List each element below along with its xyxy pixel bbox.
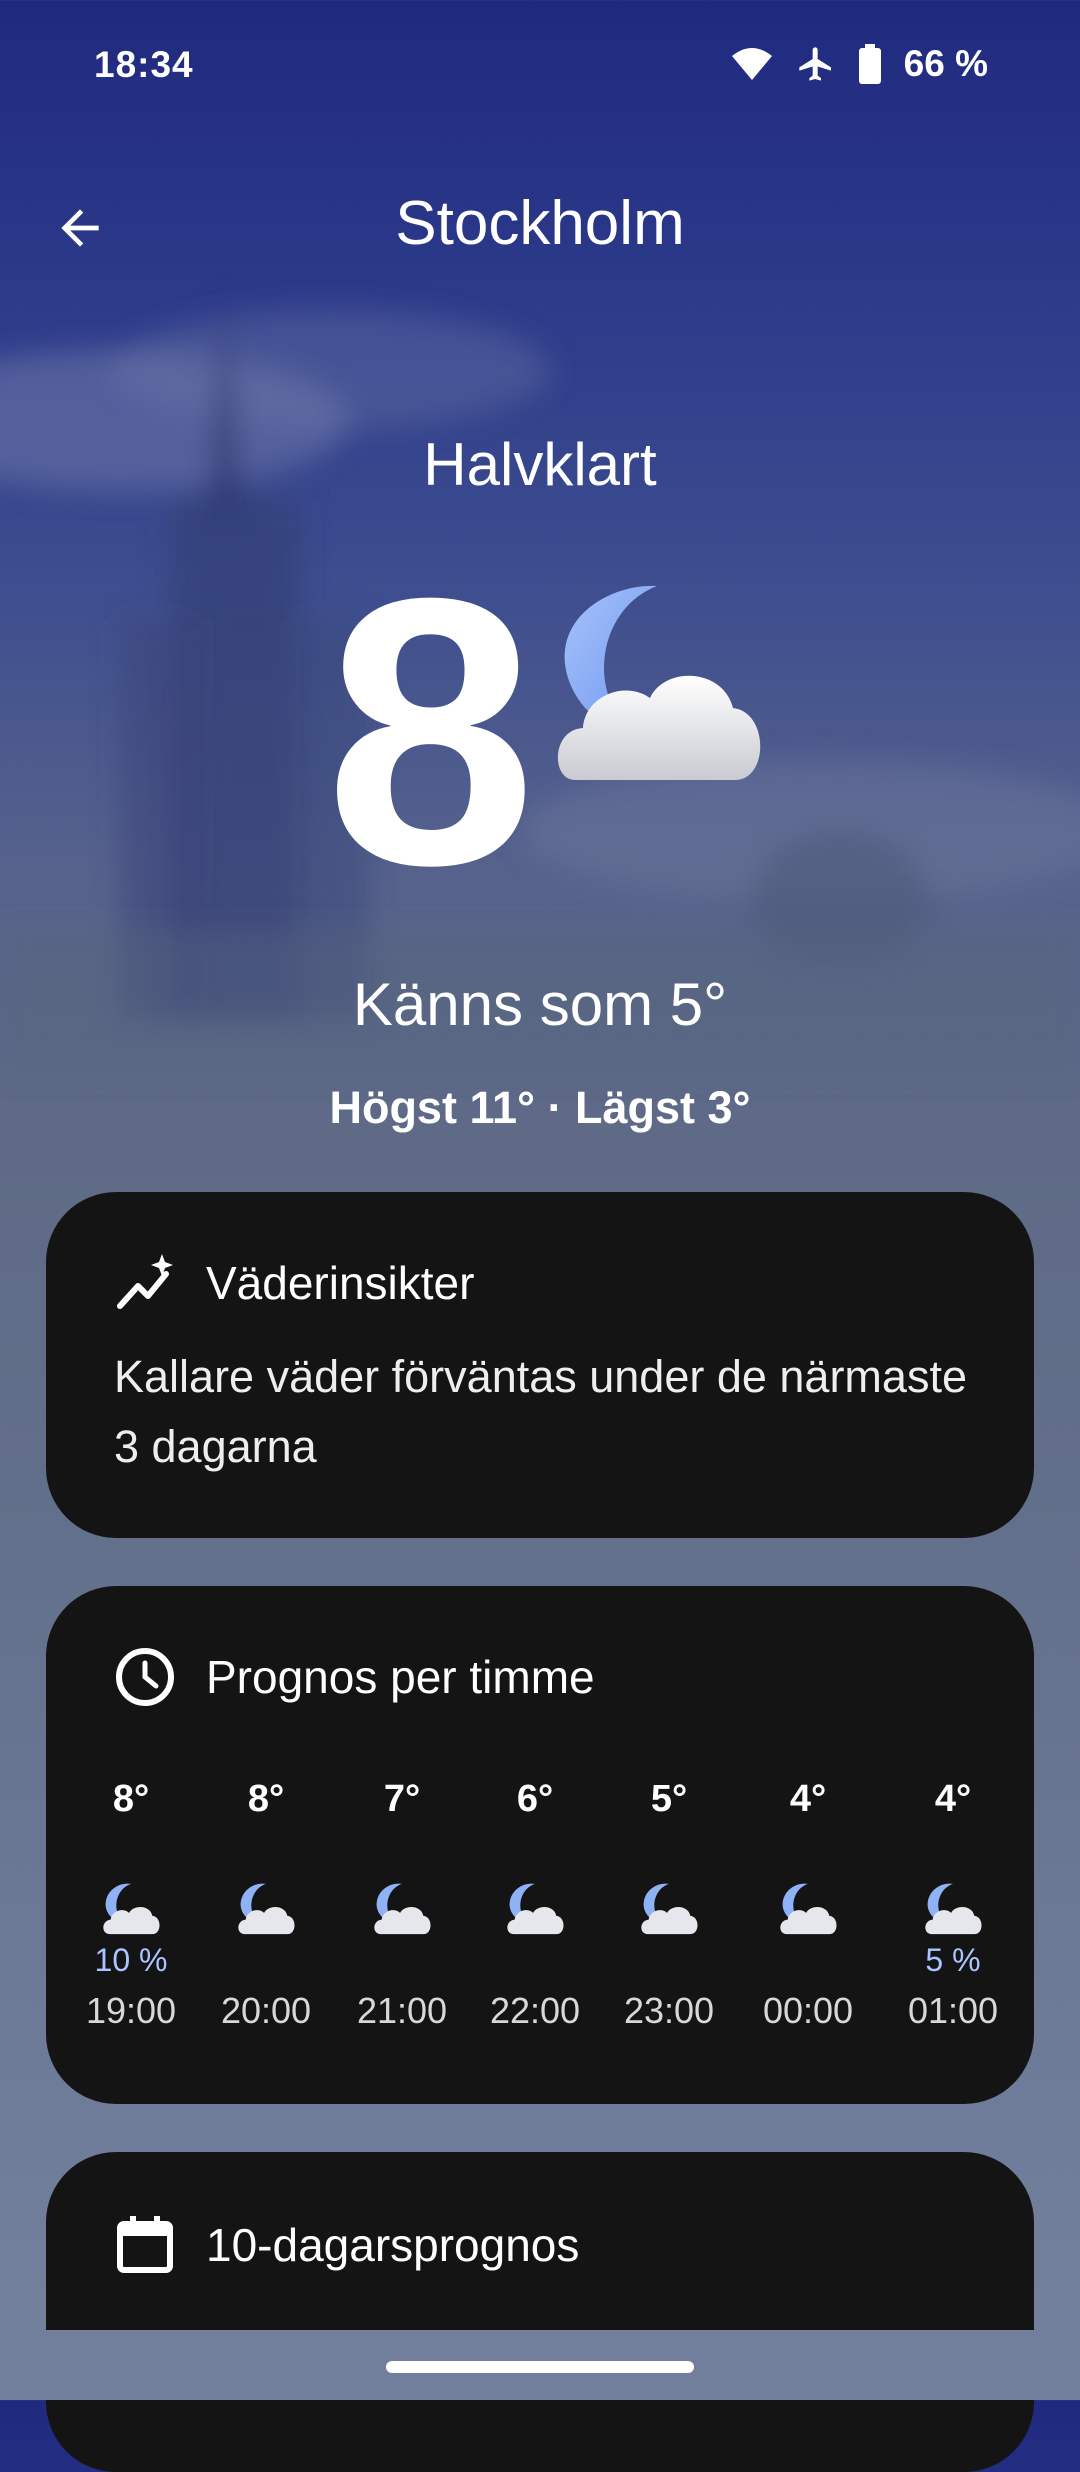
hourly-header: Prognos per timme xyxy=(114,1646,595,1708)
hour-temperature: 7° xyxy=(383,1778,421,1820)
hour-item[interactable]: 8° 20:00 xyxy=(196,1778,336,2078)
airplane-mode-icon xyxy=(798,47,831,81)
insights-title: Väderinsikter xyxy=(206,1257,475,1309)
ten-day-forecast-card[interactable]: 10-dagarsprognos xyxy=(46,2152,1034,2472)
hour-item[interactable]: 4° 00:00 xyxy=(738,1778,878,2078)
partly-cloudy-night-icon xyxy=(507,1883,564,1935)
partly-cloudy-night-icon xyxy=(780,1883,837,1935)
hour-time: 00:00 xyxy=(762,1990,854,2031)
ten-day-header: 10-dagarsprognos xyxy=(114,2214,579,2276)
top-app-bar: Stockholm xyxy=(0,170,1080,280)
high-low: Högst 11° · Lägst 3° xyxy=(329,1082,751,1133)
calendar-icon xyxy=(117,2216,173,2273)
partly-cloudy-night-icon xyxy=(238,1883,295,1935)
hour-time: 23:00 xyxy=(623,1990,715,2031)
clock-icon xyxy=(116,1648,174,1706)
current-temperature-block: 8 xyxy=(0,542,1080,922)
hourly-list[interactable]: 8° 10 % 19:00 8° 20:00 7° 21:00 6° 22:00… xyxy=(46,1778,1034,2078)
hour-time: 20:00 xyxy=(220,1990,312,2031)
insights-header: Väderinsikter xyxy=(114,1252,474,1314)
current-temperature: 8 xyxy=(325,519,536,944)
hour-temperature: 6° xyxy=(516,1778,554,1820)
partly-cloudy-night-icon xyxy=(557,585,761,780)
home-indicator[interactable] xyxy=(386,2361,694,2373)
hour-item[interactable]: 4° 5 % 01:00 xyxy=(883,1778,1023,2078)
ten-day-title: 10-dagarsprognos xyxy=(206,2219,580,2271)
status-icons: 66 % xyxy=(730,42,988,86)
partly-cloudy-night-icon xyxy=(641,1883,698,1935)
hour-temperature: 4° xyxy=(934,1778,972,1820)
partly-cloudy-night-icon xyxy=(925,1883,982,1935)
hourly-title: Prognos per timme xyxy=(206,1651,595,1703)
battery-icon xyxy=(858,44,881,84)
feels-like: Känns som 5° xyxy=(352,971,728,1038)
hour-temperature: 5° xyxy=(650,1778,688,1820)
status-bar: 18:34 66 % xyxy=(0,0,1080,130)
hour-item[interactable]: 6° 22:00 xyxy=(465,1778,605,2078)
hour-time: 21:00 xyxy=(356,1990,448,2031)
hour-temperature: 8° xyxy=(112,1778,150,1820)
hour-temperature: 4° xyxy=(789,1778,827,1820)
hour-item[interactable]: 7° 21:00 xyxy=(332,1778,472,2078)
hour-time: 22:00 xyxy=(489,1990,581,2031)
hour-precipitation: 10 % xyxy=(94,1942,168,1978)
wifi-icon xyxy=(731,48,772,80)
battery-percentage: 66 % xyxy=(903,43,988,84)
hour-time: 19:00 xyxy=(85,1990,177,2031)
hour-time: 01:00 xyxy=(907,1990,999,2031)
hour-precipitation: 5 % xyxy=(925,1942,981,1978)
city-title: Stockholm xyxy=(395,189,685,258)
insights-text: Kallare väder förväntas under de närmast… xyxy=(114,1351,967,1472)
hour-item[interactable]: 8° 10 % 19:00 xyxy=(61,1778,201,2078)
partly-cloudy-night-icon xyxy=(374,1883,431,1935)
weather-insights-card[interactable]: Väderinsikter Kallare väder förväntas un… xyxy=(46,1192,1034,1538)
hourly-forecast-card: Prognos per timme 8° 10 % 19:00 8° 20:00… xyxy=(46,1586,1034,2104)
sparkle-trend-icon xyxy=(117,1254,173,1309)
hour-temperature: 8° xyxy=(247,1778,285,1820)
current-condition: Halvklart xyxy=(423,431,657,498)
partly-cloudy-night-icon xyxy=(103,1883,160,1935)
status-time: 18:34 xyxy=(94,44,194,85)
hour-item[interactable]: 5° 23:00 xyxy=(599,1778,739,2078)
